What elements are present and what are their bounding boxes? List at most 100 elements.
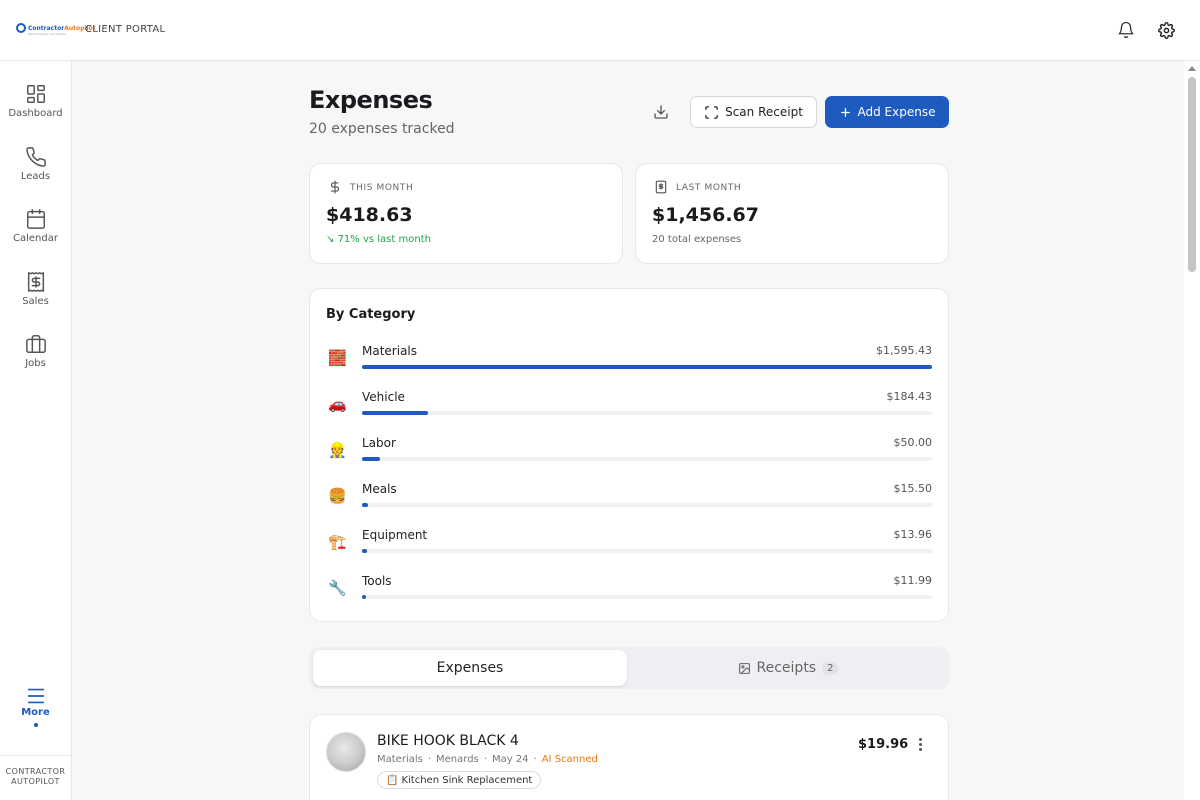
category-row-equipment: 🏗️ Equipment $13.96 <box>310 528 948 568</box>
sidebar-item-jobs[interactable]: Jobs <box>0 333 71 393</box>
category-progress-track <box>362 411 932 415</box>
category-progress-fill <box>362 457 380 461</box>
sidebar-item-calendar[interactable]: Calendar <box>0 208 71 268</box>
category-name: Vehicle <box>362 390 405 404</box>
expense-title: BIKE HOOK BLACK 4 <box>377 733 519 749</box>
expense-amount: $19.96 <box>858 737 909 752</box>
sidebar-item-leads[interactable]: Leads <box>0 146 71 206</box>
category-row-tools: 🔧 Tools $11.99 <box>310 574 948 614</box>
active-indicator <box>33 723 38 727</box>
category-row-labor: 👷 Labor $50.00 <box>310 436 948 476</box>
menu-icon <box>27 688 44 704</box>
vehicle-emoji-icon: 🚗 <box>328 395 347 413</box>
app-logo[interactable]: ContractorAutopilot Work smarter, not ha… <box>16 23 96 36</box>
main-content: Expenses 20 expenses tracked Scan Receip… <box>72 61 1184 800</box>
dashboard-icon <box>26 85 45 103</box>
sidebar-item-label: More <box>21 707 50 718</box>
meals-emoji-icon: 🍔 <box>328 487 347 505</box>
scan-icon <box>705 105 718 119</box>
category-amount: $11.99 <box>893 574 933 587</box>
notifications-bell-icon[interactable] <box>1115 19 1137 41</box>
receipt-icon <box>655 180 667 194</box>
category-progress-track <box>362 595 932 599</box>
expense-date: May 24 <box>491 754 529 765</box>
tab-receipts[interactable]: Receipts 2 <box>631 650 945 686</box>
sidebar: Dashboard Leads Calendar Sales Jobs More… <box>0 61 72 800</box>
view-tabs: Expenses Receipts 2 <box>309 647 949 689</box>
sidebar-item-sales[interactable]: Sales <box>0 271 71 331</box>
footer-line: CONTRACTOR <box>5 767 66 776</box>
sidebar-footer-brand: CONTRACTOR AUTOPILOT <box>0 755 71 800</box>
download-button[interactable] <box>650 101 672 123</box>
category-progress-track <box>362 503 932 507</box>
tab-label: Expenses <box>436 660 504 676</box>
category-amount: $184.43 <box>886 390 933 403</box>
sidebar-item-label: Sales <box>22 296 49 307</box>
logo-gear-icon <box>16 23 26 33</box>
by-category-card: By Category 🧱 Materials $1,595.43 🚗 Vehicle $… <box>309 288 949 622</box>
category-amount: $1,595.43 <box>876 344 932 357</box>
stat-change-text: 71% vs last month <box>337 234 431 245</box>
sidebar-item-dashboard[interactable]: Dashboard <box>0 83 71 143</box>
receipt-dollar-icon <box>27 272 44 292</box>
category-progress-track <box>362 549 932 553</box>
logo-tagline: Work smarter, not harder <box>28 32 67 36</box>
stat-value: $1,456.67 <box>652 204 759 226</box>
labor-emoji-icon: 👷 <box>328 441 347 459</box>
receipt-thumbnail[interactable] <box>326 732 366 772</box>
category-row-meals: 🍔 Meals $15.50 <box>310 482 948 522</box>
expense-vendor: Menards <box>436 754 479 765</box>
category-progress-track <box>362 365 932 369</box>
category-progress-fill <box>362 411 428 415</box>
add-expense-button[interactable]: Add Expense <box>825 96 949 128</box>
category-amount: $50.00 <box>893 436 933 449</box>
materials-emoji-icon: 🧱 <box>328 349 347 367</box>
scan-receipt-label: Scan Receipt <box>725 105 803 119</box>
page-subtitle: 20 expenses tracked <box>309 121 455 137</box>
category-amount: $13.96 <box>893 528 933 541</box>
category-progress-track <box>362 457 932 461</box>
clipboard-icon: 📋 <box>386 774 399 786</box>
category-progress-fill <box>362 595 366 599</box>
tools-emoji-icon: 🔧 <box>328 579 347 597</box>
top-bar: ContractorAutopilot Work smarter, not ha… <box>0 0 1200 61</box>
job-chip-label: Kitchen Sink Replacement <box>401 774 533 786</box>
ai-scanned-badge: AI Scanned <box>541 754 598 765</box>
scroll-thumb[interactable] <box>1188 77 1196 272</box>
category-name: Labor <box>362 436 396 450</box>
scrollbar[interactable] <box>1184 61 1200 800</box>
phone-icon <box>25 147 46 167</box>
category-progress-fill <box>362 549 367 553</box>
tab-expenses[interactable]: Expenses <box>313 650 627 686</box>
more-options-icon[interactable] <box>912 735 928 753</box>
category-row-materials: 🧱 Materials $1,595.43 <box>310 344 948 384</box>
tab-label: Receipts <box>756 660 817 676</box>
equipment-emoji-icon: 🏗️ <box>328 533 347 551</box>
settings-gear-icon[interactable] <box>1155 19 1177 41</box>
stat-value: $418.63 <box>326 204 413 226</box>
sidebar-item-label: Jobs <box>25 358 46 369</box>
job-chip[interactable]: 📋 Kitchen Sink Replacement <box>377 771 542 789</box>
scan-receipt-button[interactable]: Scan Receipt <box>690 96 817 128</box>
page-title: Expenses <box>309 86 433 114</box>
trend-down-icon: ↘ <box>326 234 338 245</box>
download-icon <box>654 105 668 119</box>
stat-note: 20 total expenses <box>652 234 742 245</box>
section-title: By Category <box>326 307 416 322</box>
expense-category: Materials <box>377 754 423 765</box>
plus-icon <box>840 107 850 117</box>
logo-text-contractor: Contractor <box>28 24 65 32</box>
image-icon <box>738 662 750 674</box>
category-progress-fill <box>362 365 932 369</box>
expense-list-item[interactable]: BIKE HOOK BLACK 4 Materials · Menards · Ma… <box>309 714 949 800</box>
category-name: Materials <box>362 344 418 358</box>
stat-label: THIS MONTH <box>350 183 414 193</box>
scroll-up-arrow-icon[interactable] <box>1188 66 1196 71</box>
stat-card-last-month: LAST MONTH $1,456.67 20 total expenses <box>635 163 949 264</box>
category-name: Equipment <box>362 528 428 542</box>
expense-meta: Materials · Menards · May 24 · AI Scanned <box>377 754 598 765</box>
sidebar-item-label: Calendar <box>13 233 58 244</box>
category-amount: $15.50 <box>893 482 933 495</box>
sidebar-item-more[interactable]: More <box>0 685 71 727</box>
add-expense-label: Add Expense <box>857 105 936 119</box>
